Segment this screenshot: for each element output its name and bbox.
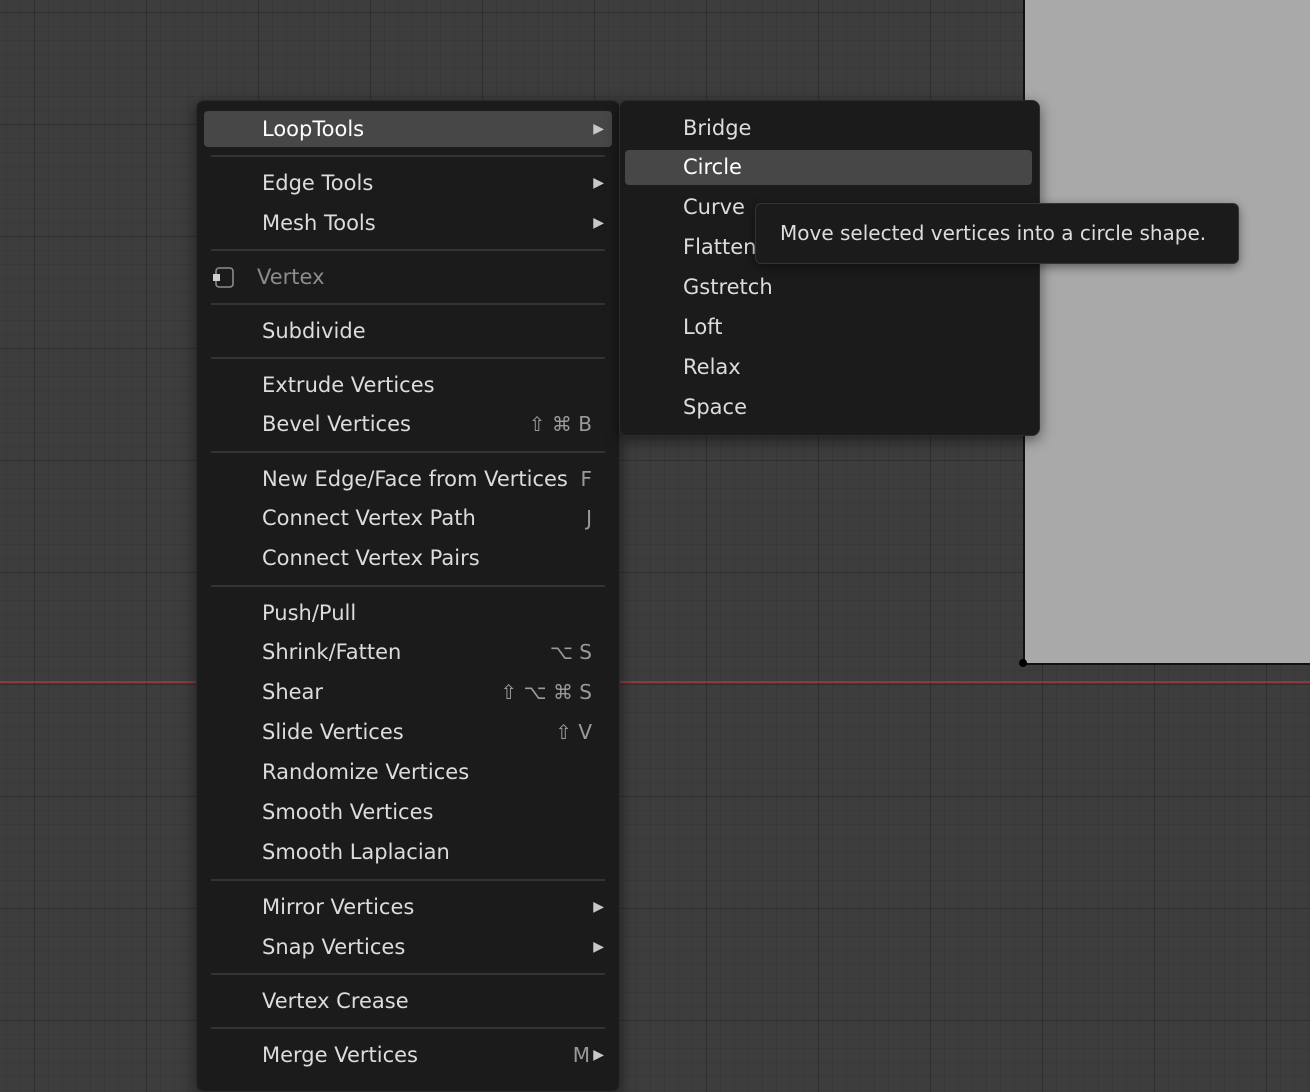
vertex-mode-icon xyxy=(213,267,234,288)
menu-item-label: Randomize Vertices xyxy=(262,760,470,784)
menu-item-label: Edge Tools xyxy=(262,171,374,195)
menu-item-label: Vertex Crease xyxy=(262,989,409,1013)
menu-separator xyxy=(211,357,605,359)
menu-separator xyxy=(211,303,605,305)
menu-item-label: Merge Vertices xyxy=(262,1043,418,1067)
menu-item-label: LoopTools xyxy=(262,117,365,141)
menu-item-label: Push/Pull xyxy=(262,601,357,625)
shortcut-label: M xyxy=(572,1043,590,1067)
menu-item-connect-vertex-path[interactable]: Connect Vertex Path J xyxy=(204,500,612,536)
menu-item-label: Smooth Vertices xyxy=(262,800,434,824)
menu-separator xyxy=(211,973,605,975)
mesh-plane[interactable] xyxy=(1023,0,1310,665)
menu-item-label: Snap Vertices xyxy=(262,935,406,959)
shortcut-label: ⇧ ⌘ B xyxy=(528,412,592,436)
menu-item-label: Bevel Vertices xyxy=(262,412,411,436)
menu-separator xyxy=(211,451,605,453)
menu-item-smooth-laplacian[interactable]: Smooth Laplacian xyxy=(204,834,612,870)
submenu-item-label: Gstretch xyxy=(683,275,773,299)
menu-item-label: New Edge/Face from Vertices xyxy=(262,467,568,491)
submenu-arrow-icon: ▶ xyxy=(593,939,604,955)
menu-item-vertex-crease[interactable]: Vertex Crease xyxy=(204,983,612,1019)
submenu-item-label: Space xyxy=(683,395,747,419)
menu-item-shear[interactable]: Shear ⇧ ⌥ ⌘ S xyxy=(204,674,612,710)
submenu-arrow-icon: ▶ xyxy=(593,1047,604,1063)
submenu-item-gstretch[interactable]: Gstretch xyxy=(625,270,1032,305)
menu-separator xyxy=(211,155,605,157)
menu-separator xyxy=(211,249,605,251)
menu-separator xyxy=(211,585,605,587)
submenu-arrow-icon: ▶ xyxy=(593,121,604,137)
menu-item-label: Smooth Laplacian xyxy=(262,840,450,864)
menu-item-label: Extrude Vertices xyxy=(262,373,435,397)
shortcut-label: F xyxy=(580,467,592,491)
submenu-item-label: Relax xyxy=(683,355,741,379)
submenu-item-bridge[interactable]: Bridge xyxy=(625,111,1032,146)
menu-separator xyxy=(211,1027,605,1029)
menu-item-looptools[interactable]: LoopTools ▶ xyxy=(204,111,612,147)
tooltip-text: Move selected vertices into a circle sha… xyxy=(780,221,1207,245)
menu-item-randomize-vertices[interactable]: Randomize Vertices xyxy=(204,754,612,790)
shortcut-label: ⇧ V xyxy=(555,720,592,744)
menu-header-label: Vertex xyxy=(257,265,325,289)
looptools-submenu: Bridge Circle Curve Flatten Gstretch Lof… xyxy=(619,100,1040,436)
menu-header-vertex: Vertex xyxy=(204,259,612,295)
submenu-item-label: Flatten xyxy=(683,235,757,259)
tooltip: Move selected vertices into a circle sha… xyxy=(755,203,1239,264)
menu-item-push-pull[interactable]: Push/Pull xyxy=(204,595,612,631)
menu-item-new-edge-face[interactable]: New Edge/Face from Vertices F xyxy=(204,461,612,497)
mesh-vertex[interactable] xyxy=(1019,659,1027,667)
submenu-item-label: Bridge xyxy=(683,116,752,140)
menu-item-label: Mirror Vertices xyxy=(262,895,415,919)
menu-item-mirror-vertices[interactable]: Mirror Vertices ▶ xyxy=(204,889,612,925)
menu-item-label: Connect Vertex Path xyxy=(262,506,476,530)
submenu-item-label: Circle xyxy=(683,155,742,179)
submenu-item-label: Loft xyxy=(683,315,723,339)
menu-item-extrude-vertices[interactable]: Extrude Vertices xyxy=(204,367,612,403)
menu-item-shrink-fatten[interactable]: Shrink/Fatten ⌥ S xyxy=(204,634,612,670)
shortcut-label: ⇧ ⌥ ⌘ S xyxy=(500,680,592,704)
menu-item-label: Shear xyxy=(262,680,324,704)
menu-item-merge-vertices[interactable]: Merge Vertices M ▶ xyxy=(204,1037,612,1073)
menu-item-label: Mesh Tools xyxy=(262,211,376,235)
menu-separator xyxy=(211,879,605,881)
submenu-item-circle[interactable]: Circle xyxy=(625,150,1032,185)
menu-item-smooth-vertices[interactable]: Smooth Vertices xyxy=(204,794,612,830)
menu-item-label: Subdivide xyxy=(262,319,366,343)
submenu-item-space[interactable]: Space xyxy=(625,390,1032,425)
submenu-arrow-icon: ▶ xyxy=(593,175,604,191)
shortcut-label: J xyxy=(586,506,592,530)
submenu-arrow-icon: ▶ xyxy=(593,215,604,231)
submenu-arrow-icon: ▶ xyxy=(593,899,604,915)
menu-item-label: Slide Vertices xyxy=(262,720,404,744)
menu-item-slide-vertices[interactable]: Slide Vertices ⇧ V xyxy=(204,714,612,750)
submenu-item-label: Curve xyxy=(683,195,745,219)
menu-item-mesh-tools[interactable]: Mesh Tools ▶ xyxy=(204,205,612,241)
menu-item-snap-vertices[interactable]: Snap Vertices ▶ xyxy=(204,929,612,965)
menu-item-edge-tools[interactable]: Edge Tools ▶ xyxy=(204,165,612,201)
menu-item-connect-vertex-pairs[interactable]: Connect Vertex Pairs xyxy=(204,540,612,576)
shortcut-label: ⌥ S xyxy=(549,640,592,664)
menu-item-label: Shrink/Fatten xyxy=(262,640,402,664)
submenu-item-relax[interactable]: Relax xyxy=(625,350,1032,385)
menu-item-bevel-vertices[interactable]: Bevel Vertices ⇧ ⌘ B xyxy=(204,406,612,442)
menu-item-subdivide[interactable]: Subdivide xyxy=(204,313,612,349)
vertex-context-menu: LoopTools ▶ Edge Tools ▶ Mesh Tools ▶ Ve… xyxy=(196,100,620,1092)
menu-item-label: Connect Vertex Pairs xyxy=(262,546,480,570)
submenu-item-loft[interactable]: Loft xyxy=(625,310,1032,345)
